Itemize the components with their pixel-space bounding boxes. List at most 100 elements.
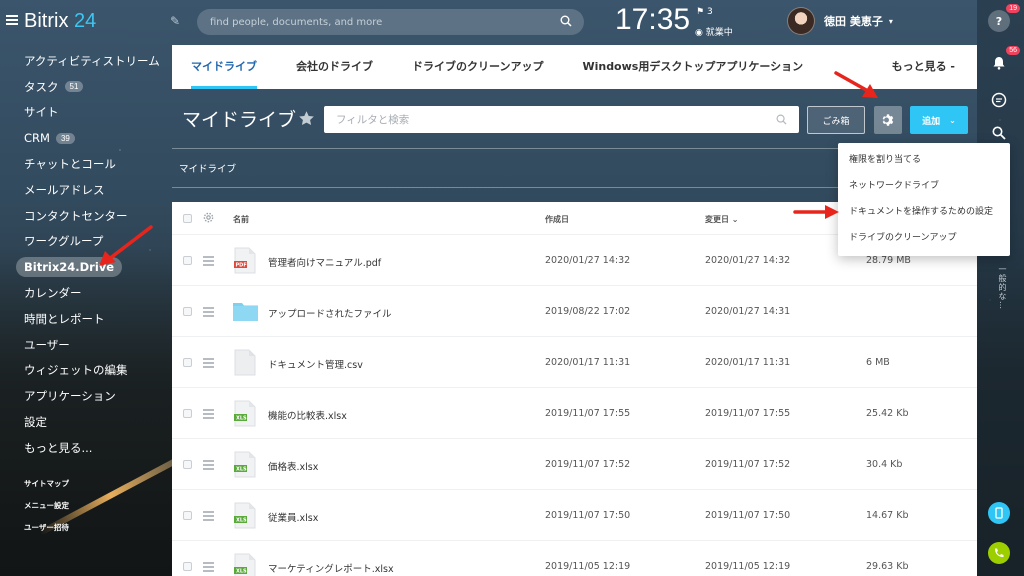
sidebar-item-chat[interactable]: チャットとコール bbox=[0, 151, 170, 177]
flag-count[interactable]: ⚑ 3 bbox=[696, 7, 713, 17]
search-button[interactable] bbox=[988, 122, 1010, 144]
sidebar-item-widget-edit[interactable]: ウィジェットの編集 bbox=[0, 358, 170, 384]
menu-item-network-drive[interactable]: ネットワークドライブ bbox=[838, 173, 1010, 199]
row-drag-handle-icon[interactable] bbox=[203, 358, 214, 370]
row-checkbox[interactable] bbox=[183, 562, 192, 571]
table-row[interactable]: XLS 従業員.xlsx 2019/11/07 17:50 2019/11/07… bbox=[172, 490, 977, 541]
row-checkbox[interactable] bbox=[183, 409, 192, 418]
breadcrumb[interactable]: マイドライブ bbox=[179, 161, 236, 175]
sidebar-item-crm[interactable]: CRM 39 bbox=[0, 125, 170, 151]
file-size: 25.42 Kb bbox=[866, 408, 909, 419]
sidebar-item-more[interactable]: もっと見る... bbox=[0, 435, 170, 461]
column-header-modified-label: 変更日 bbox=[705, 215, 729, 224]
row-checkbox[interactable] bbox=[183, 511, 192, 520]
row-checkbox[interactable] bbox=[183, 256, 192, 265]
tab-more[interactable]: もっと見る - bbox=[892, 45, 955, 89]
global-search[interactable] bbox=[197, 9, 584, 35]
row-checkbox[interactable] bbox=[183, 307, 192, 316]
pencil-icon[interactable]: ✎ bbox=[170, 14, 180, 28]
trash-button[interactable]: ごみ箱 bbox=[807, 106, 865, 134]
file-name[interactable]: 価格表.xlsx bbox=[268, 459, 318, 473]
settings-gear-button[interactable] bbox=[874, 106, 902, 134]
sidebar-item-label: チャットとコール bbox=[24, 157, 116, 172]
row-drag-handle-icon[interactable] bbox=[203, 511, 214, 523]
tab-drive-cleanup[interactable]: ドライブのクリーンアップ bbox=[412, 45, 543, 89]
row-checkbox[interactable] bbox=[183, 460, 192, 469]
column-settings-gear-icon[interactable] bbox=[203, 212, 214, 223]
phone-transfer-button[interactable] bbox=[988, 502, 1010, 524]
row-drag-handle-icon[interactable] bbox=[203, 256, 214, 268]
sidebar-item-activity-stream[interactable]: アクティビティストリーム bbox=[0, 48, 170, 74]
file-created: 2019/11/05 12:19 bbox=[545, 561, 631, 572]
tab-my-drive[interactable]: マイドライブ bbox=[191, 45, 257, 89]
menu-item-document-settings[interactable]: ドキュメントを操作するための設定 bbox=[838, 199, 1010, 225]
row-checkbox[interactable] bbox=[183, 358, 192, 367]
column-header-created[interactable]: 作成日 bbox=[545, 214, 569, 225]
table-row[interactable]: XLS 機能の比較表.xlsx 2019/11/07 17:55 2019/11… bbox=[172, 388, 977, 439]
bitrix-logo[interactable]: Bitrix 24 bbox=[24, 10, 96, 33]
menu-item-assign-permissions[interactable]: 権限を割り当てる bbox=[838, 147, 1010, 173]
notifications-badge: 56 bbox=[1006, 46, 1020, 55]
status-circle-icon: ◉ bbox=[695, 28, 703, 38]
sidebar-item-time-reports[interactable]: 時間とレポート bbox=[0, 306, 170, 332]
notifications-button[interactable]: 56 bbox=[988, 46, 1020, 74]
menu-settings-link[interactable]: メニュー設定 bbox=[24, 500, 69, 522]
sidebar-item-calendar[interactable]: カレンダー bbox=[0, 280, 170, 306]
file-modified: 2019/11/07 17:50 bbox=[705, 510, 791, 521]
chat-icon bbox=[991, 92, 1007, 108]
sidebar-item-tasks[interactable]: タスク 51 bbox=[0, 74, 170, 100]
sitemap-link[interactable]: サイトマップ bbox=[24, 478, 69, 500]
sidebar-item-applications[interactable]: アプリケーション bbox=[0, 383, 170, 409]
sidebar-item-settings[interactable]: 設定 bbox=[0, 409, 170, 435]
table-row[interactable]: XLS 価格表.xlsx 2019/11/07 17:52 2019/11/07… bbox=[172, 439, 977, 490]
filter-input[interactable] bbox=[336, 106, 766, 133]
sidebar-item-workgroups[interactable]: ワークグループ bbox=[0, 229, 170, 255]
file-name[interactable]: 管理者向けマニュアル.pdf bbox=[268, 255, 381, 269]
avatar[interactable] bbox=[787, 7, 815, 35]
table-row[interactable]: アップロードされたファイル 2019/08/22 17:02 2020/01/2… bbox=[172, 286, 977, 337]
tab-windows-desktop-app[interactable]: Windows用デスクトップアプリケーション bbox=[582, 45, 803, 89]
row-drag-handle-icon[interactable] bbox=[203, 307, 214, 319]
sidebar-item-mail[interactable]: メールアドレス bbox=[0, 177, 170, 203]
menu-item-drive-cleanup[interactable]: ドライブのクリーンアップ bbox=[838, 225, 1010, 251]
sidebar-item-label: Bitrix24.Drive bbox=[16, 257, 123, 278]
logo-number: 24 bbox=[74, 10, 97, 32]
column-header-name[interactable]: 名前 bbox=[233, 214, 249, 225]
chat-button[interactable] bbox=[988, 89, 1010, 111]
invite-users-link[interactable]: ユーザー招待 bbox=[24, 522, 69, 544]
folder-name[interactable]: アップロードされたファイル bbox=[268, 306, 392, 320]
star-icon[interactable] bbox=[298, 110, 315, 127]
sidebar-item-drive[interactable]: Bitrix24.Drive bbox=[0, 254, 170, 280]
help-button[interactable]: ? 19 bbox=[988, 4, 1020, 32]
table-row[interactable]: XLS マーケティングレポート.xlsx 2019/11/05 12:19 20… bbox=[172, 541, 977, 576]
sidebar-item-label: もっと見る... bbox=[24, 440, 93, 455]
sidebar-item-sites[interactable]: サイト bbox=[0, 100, 170, 126]
call-button[interactable] bbox=[988, 542, 1010, 564]
sidebar-item-users[interactable]: ユーザー bbox=[0, 332, 170, 358]
row-drag-handle-icon[interactable] bbox=[203, 460, 214, 472]
file-name[interactable]: 従業員.xlsx bbox=[268, 510, 318, 524]
select-all-checkbox[interactable] bbox=[183, 214, 192, 223]
tab-company-drive[interactable]: 会社のドライブ bbox=[296, 45, 373, 89]
file-name[interactable]: マーケティングレポート.xlsx bbox=[268, 561, 394, 575]
table-row[interactable]: ドキュメント管理.csv 2020/01/17 11:31 2020/01/17… bbox=[172, 337, 977, 388]
global-search-input[interactable] bbox=[210, 9, 550, 35]
sidebar-item-label: 時間とレポート bbox=[24, 311, 105, 326]
user-menu[interactable]: 徳田 美恵子 ▾ bbox=[787, 7, 893, 35]
hamburger-menu-icon[interactable] bbox=[6, 15, 18, 25]
sidebar-item-label: サイト bbox=[24, 105, 59, 120]
file-created: 2020/01/17 11:31 bbox=[545, 357, 631, 368]
add-button[interactable]: 追加 ⌄ bbox=[910, 106, 968, 134]
row-drag-handle-icon[interactable] bbox=[203, 562, 214, 574]
work-status[interactable]: ◉ 就業中 bbox=[695, 25, 733, 38]
sidebar-item-contact-center[interactable]: コンタクトセンター bbox=[0, 203, 170, 229]
search-icon[interactable] bbox=[776, 114, 787, 125]
search-icon[interactable] bbox=[560, 15, 572, 27]
file-size: 30.4 Kb bbox=[866, 459, 903, 470]
file-name[interactable]: 機能の比較表.xlsx bbox=[268, 408, 347, 422]
row-drag-handle-icon[interactable] bbox=[203, 409, 214, 421]
file-name[interactable]: ドキュメント管理.csv bbox=[268, 357, 363, 371]
filter-search[interactable] bbox=[324, 106, 799, 133]
chevron-down-icon: ▾ bbox=[888, 16, 893, 26]
column-header-modified[interactable]: 変更日 ⌄ bbox=[705, 214, 739, 225]
